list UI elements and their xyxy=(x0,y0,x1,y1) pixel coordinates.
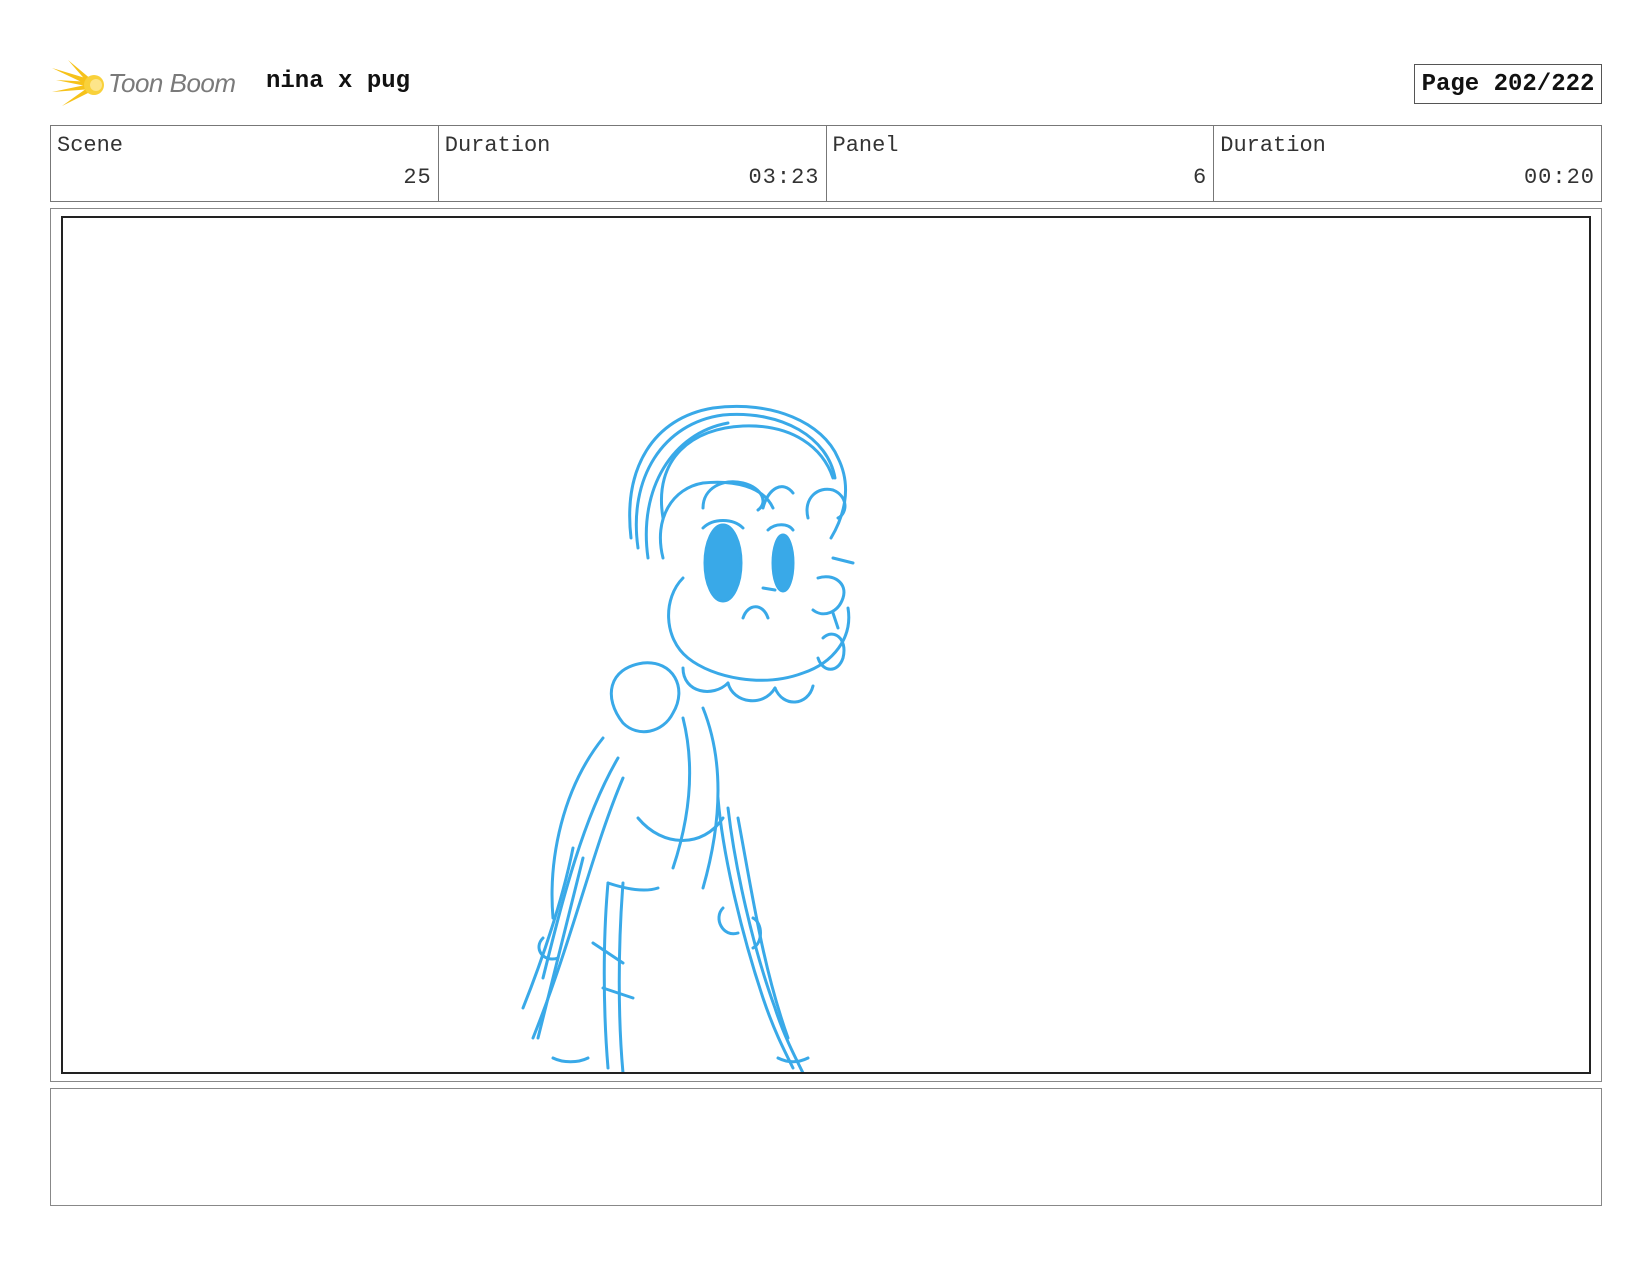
panel-duration-label: Duration xyxy=(1220,133,1326,158)
panel-image[interactable] xyxy=(61,216,1591,1074)
scene-duration-value: 03:23 xyxy=(748,165,820,190)
logo-wordmark: Toon Boom xyxy=(108,68,236,98)
panel-duration-cell: Duration 00:20 xyxy=(1214,126,1601,201)
panel-value: 6 xyxy=(1193,165,1208,190)
panel-label: Panel xyxy=(832,133,899,158)
panel-duration-value: 00:20 xyxy=(1523,165,1595,190)
starburst-icon xyxy=(52,60,104,106)
scene-label: Scene xyxy=(57,133,124,158)
storyboard-header: Toon Boom nina x pug Page 202/222 xyxy=(52,54,1612,114)
scene-duration-cell: Duration 03:23 xyxy=(439,126,827,201)
scene-info-row: Scene 25 Duration 03:23 Panel 6 Duration… xyxy=(50,125,1602,202)
scene-cell: Scene 25 xyxy=(51,126,439,201)
scene-value: 25 xyxy=(403,165,432,190)
toon-boom-logo: Toon Boom xyxy=(52,58,247,110)
scene-duration-label: Duration xyxy=(444,133,551,158)
panel-notes[interactable] xyxy=(50,1088,1602,1206)
character-sketch xyxy=(521,404,855,1072)
page-indicator: Page 202/222 xyxy=(1414,64,1602,104)
project-title: nina x pug xyxy=(266,68,411,95)
panel-cell: Panel 6 xyxy=(827,126,1215,201)
